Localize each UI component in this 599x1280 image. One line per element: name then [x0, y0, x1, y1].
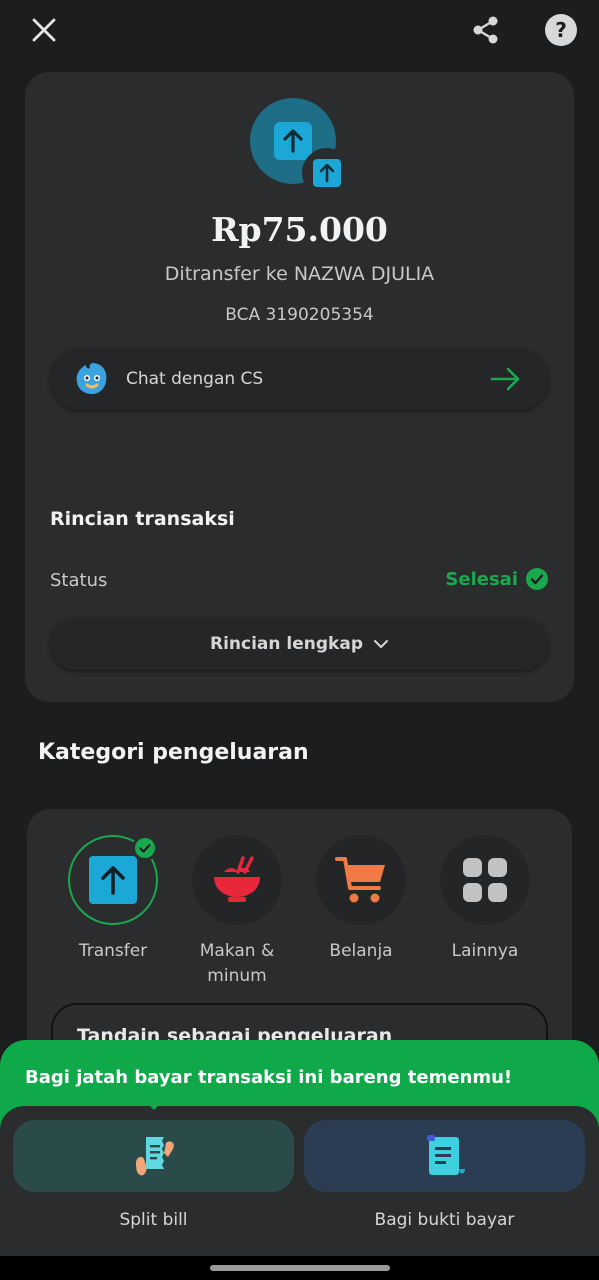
full-details-label: Rincian lengkap [210, 634, 363, 654]
receipt-icon [426, 1135, 465, 1175]
full-details-button[interactable]: Rincian lengkap [50, 618, 549, 670]
system-nav-bar [0, 1256, 599, 1280]
home-indicator[interactable] [210, 1265, 390, 1271]
sheet-pointer [144, 1100, 164, 1110]
category-label: Makan & minum [199, 941, 275, 986]
share-receipt-button[interactable] [304, 1120, 585, 1192]
split-bill-button[interactable] [13, 1120, 294, 1192]
chat-cs-button[interactable]: Chat dengan CS [50, 348, 549, 410]
split-actions-panel: Split bill Bagi bukti bayar [0, 1106, 599, 1280]
status-label: Status [50, 570, 108, 591]
split-bill-label: Split bill [119, 1210, 188, 1230]
status-badge: Selesai [445, 568, 548, 590]
category-transfer-circle [68, 835, 158, 925]
transfer-small-icon [313, 159, 341, 187]
food-bowl-icon [214, 856, 260, 902]
account-number: BCA 3190205354 [225, 305, 374, 325]
category-food-circle [192, 835, 282, 925]
transaction-details-title: Rincian transaksi [50, 508, 235, 530]
selected-check-icon [132, 835, 158, 861]
arrow-right-icon [489, 362, 523, 396]
split-bill-icon [135, 1137, 174, 1176]
share-receipt-label: Bagi bukti bayar [374, 1210, 515, 1230]
close-icon[interactable] [24, 10, 64, 50]
category-transfer[interactable]: Transfer [53, 835, 173, 964]
transfer-icon [89, 856, 137, 904]
chevron-down-icon [374, 640, 388, 648]
category-label: Transfer [78, 941, 148, 961]
status-value: Selesai [445, 568, 518, 590]
top-bar: ? [0, 0, 599, 60]
transaction-amount: Rp75.000 [211, 210, 388, 249]
category-others[interactable]: Lainnya [425, 835, 545, 964]
transaction-avatar [250, 98, 360, 198]
category-food[interactable]: Makan & minum [177, 835, 297, 989]
category-shopping-circle [316, 835, 406, 925]
split-bill-message: Bagi jatah bayar transaksi ini bareng te… [25, 1067, 513, 1088]
transfer-badge [302, 148, 352, 198]
recipient-text: Ditransfer ke NAZWA DJULIA [164, 263, 435, 285]
svg-text:?: ? [555, 18, 567, 42]
category-others-circle [440, 835, 530, 925]
category-shopping[interactable]: Belanja [301, 835, 421, 964]
check-circle-icon [526, 568, 548, 590]
chat-cs-label: Chat dengan CS [126, 369, 264, 389]
grid-icon [463, 858, 507, 902]
share-icon[interactable] [466, 10, 506, 50]
help-icon[interactable]: ? [541, 10, 581, 50]
category-label: Belanja [329, 941, 393, 961]
cart-icon [335, 857, 385, 903]
split-bill-sheet: Bagi jatah bayar transaksi ini bareng te… [0, 1040, 599, 1280]
transaction-card: Rp75.000 Ditransfer ke NAZWA DJULIA BCA … [25, 72, 574, 702]
category-label: Lainnya [451, 941, 519, 961]
transfer-up-arrow-icon [274, 122, 312, 160]
category-section-title: Kategori pengeluaran [38, 740, 309, 765]
cs-mascot-icon [72, 359, 112, 399]
